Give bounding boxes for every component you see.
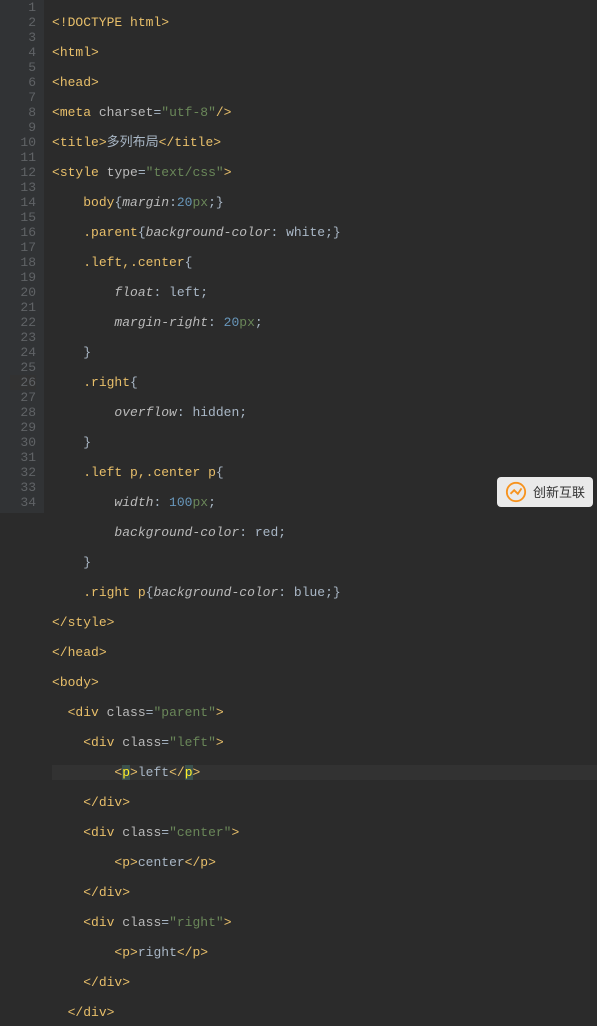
code-line[interactable]: } [52,345,597,360]
code-line[interactable]: <meta charset="utf-8"/> [52,105,597,120]
code-line[interactable]: <p>center</p> [52,855,597,870]
code-line[interactable]: <div class="left"> [52,735,597,750]
code-area[interactable]: <!DOCTYPE html> <html> <head> <meta char… [44,0,597,513]
line-number: 12 [10,165,36,180]
line-number: 2 [10,15,36,30]
line-number: 7 [10,90,36,105]
code-line[interactable]: </head> [52,645,597,660]
line-number: 1 [10,0,36,15]
line-number: 23 [10,330,36,345]
code-line[interactable]: <style type="text/css"> [52,165,597,180]
doctype: <!DOCTYPE html> [52,15,169,30]
line-number: 5 [10,60,36,75]
code-line[interactable]: float: left; [52,285,597,300]
code-line[interactable]: <body> [52,675,597,690]
code-line[interactable]: <title>多列布局</title> [52,135,597,150]
line-number: 15 [10,210,36,225]
code-editor[interactable]: 1 2 3 4 5 6 7 8 9 10 11 12 13 14 15 16 1… [0,0,597,513]
code-line[interactable]: .parent{background-color: white;} [52,225,597,240]
line-number: 19 [10,270,36,285]
line-number: 20 [10,285,36,300]
code-line[interactable]: <div class="right"> [52,915,597,930]
line-number: 31 [10,450,36,465]
line-number: 26 [10,375,36,390]
code-line[interactable]: </div> [52,795,597,810]
line-number: 11 [10,150,36,165]
line-number: 17 [10,240,36,255]
line-number: 9 [10,120,36,135]
code-line[interactable]: <div class="parent"> [52,705,597,720]
code-line[interactable]: } [52,555,597,570]
watermark-text: 创新互联 [533,485,585,500]
line-number: 8 [10,105,36,120]
line-number: 4 [10,45,36,60]
code-line[interactable]: <p>left</p> [52,765,597,780]
line-number: 6 [10,75,36,90]
code-line[interactable]: <head> [52,75,597,90]
line-gutter: 1 2 3 4 5 6 7 8 9 10 11 12 13 14 15 16 1… [0,0,44,513]
code-line[interactable]: <!DOCTYPE html> [52,15,597,30]
code-line[interactable]: </div> [52,975,597,990]
code-line[interactable]: </style> [52,615,597,630]
line-number: 14 [10,195,36,210]
code-line[interactable]: body{margin:20px;} [52,195,597,210]
line-number: 18 [10,255,36,270]
code-line[interactable]: .right{ [52,375,597,390]
code-line[interactable]: <html> [52,45,597,60]
line-number: 3 [10,30,36,45]
watermark-logo-icon [505,481,527,503]
code-line[interactable]: <div class="center"> [52,825,597,840]
code-line[interactable]: .left,.center{ [52,255,597,270]
line-number: 24 [10,345,36,360]
line-number: 10 [10,135,36,150]
code-line[interactable]: .right p{background-color: blue;} [52,585,597,600]
line-number: 34 [10,495,36,510]
line-number: 33 [10,480,36,495]
code-line[interactable]: margin-right: 20px; [52,315,597,330]
line-number: 28 [10,405,36,420]
watermark-badge: 创新互联 [497,477,593,507]
line-number: 13 [10,180,36,195]
code-line[interactable]: <p>right</p> [52,945,597,960]
line-number: 21 [10,300,36,315]
line-number: 27 [10,390,36,405]
line-number: 25 [10,360,36,375]
line-number: 29 [10,420,36,435]
line-number: 16 [10,225,36,240]
line-number: 32 [10,465,36,480]
line-number: 22 [10,315,36,330]
code-line[interactable]: </div> [52,1005,597,1020]
code-line[interactable]: background-color: red; [52,525,597,540]
code-line[interactable]: overflow: hidden; [52,405,597,420]
line-number: 30 [10,435,36,450]
code-line[interactable]: } [52,435,597,450]
code-line[interactable]: </div> [52,885,597,900]
